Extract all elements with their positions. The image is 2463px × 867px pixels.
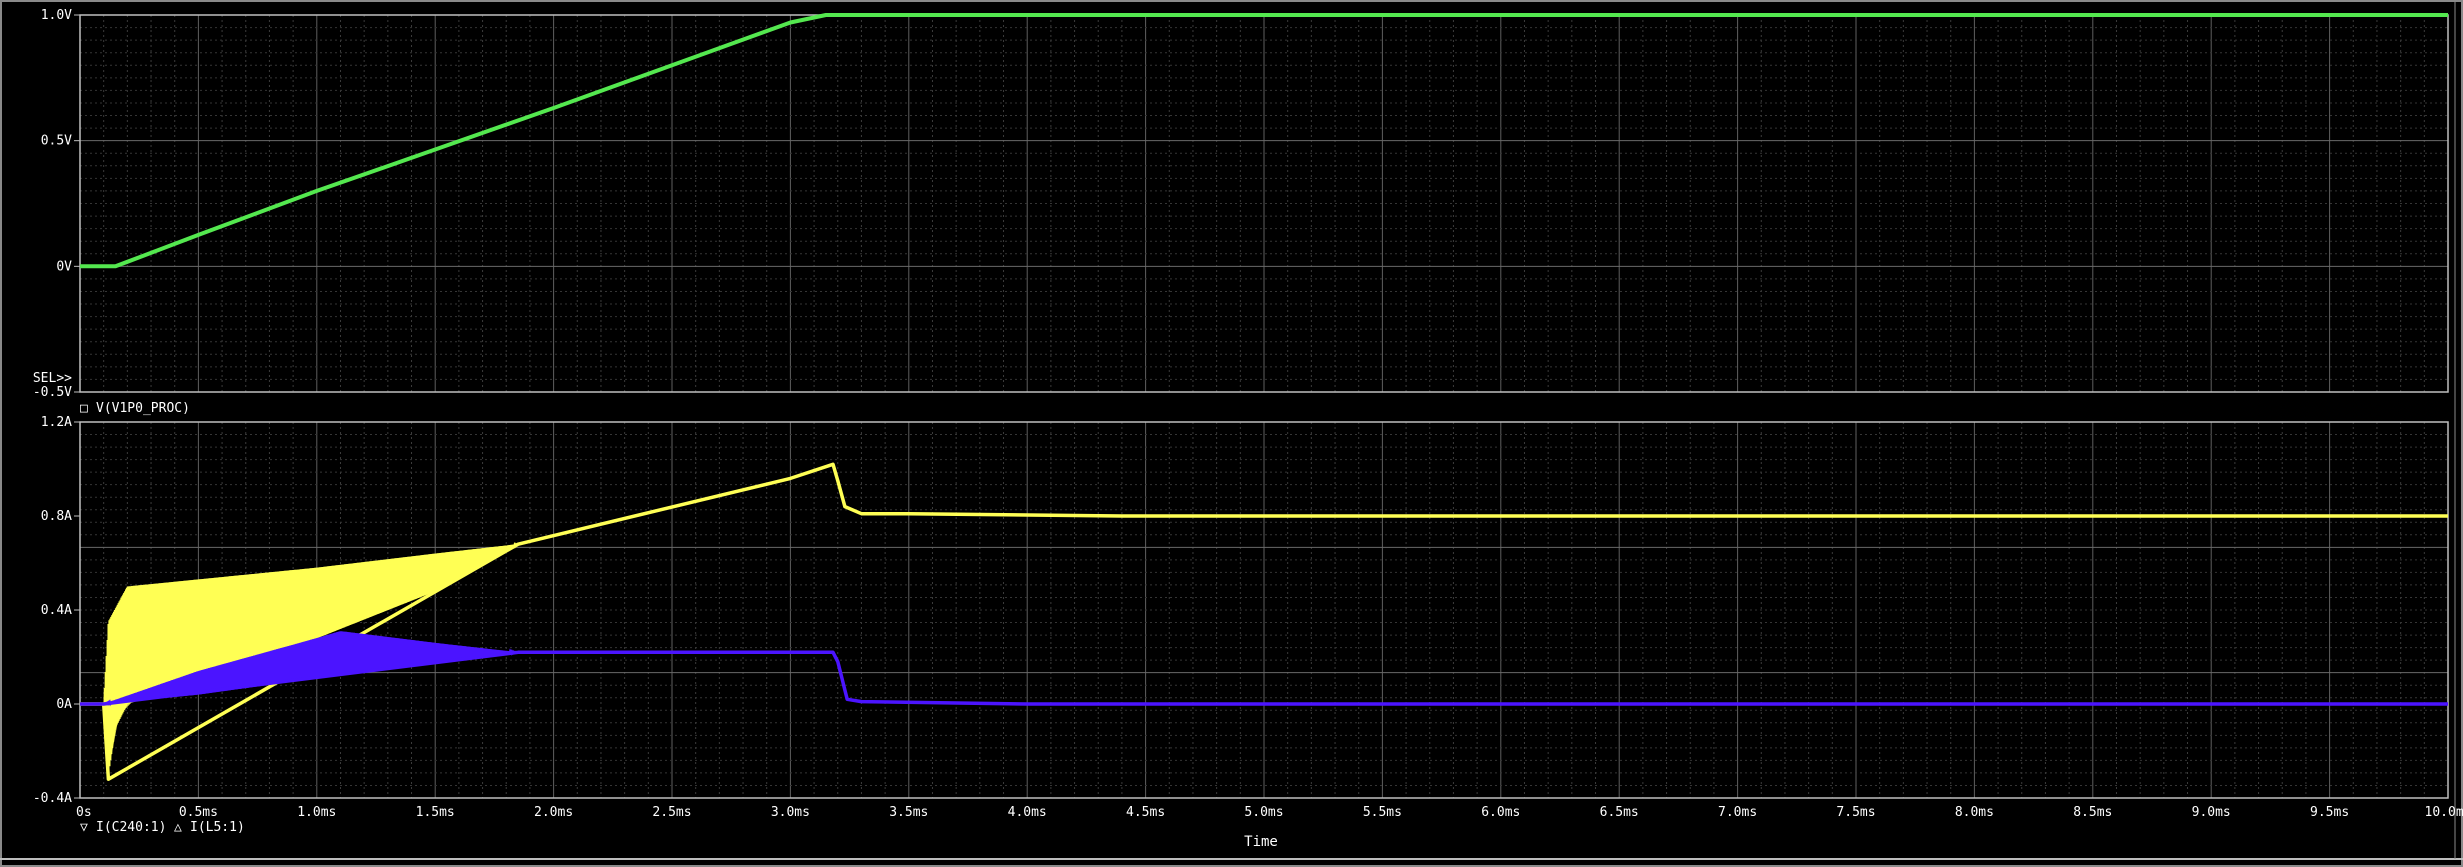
x-tick-label: 10.0ms xyxy=(2425,805,2463,820)
x-tick-label: 6.0ms xyxy=(1481,805,1520,820)
sel-marker: SEL>> xyxy=(33,371,72,386)
x-tick-label: 6.5ms xyxy=(1600,805,1639,820)
legend-marker-v1p0: □ xyxy=(80,401,88,416)
bottom-pane-grid xyxy=(79,421,2449,799)
top-pane-grid xyxy=(79,14,2449,393)
x-tick-label: 4.0ms xyxy=(1008,805,1047,820)
x-tick-label: 3.0ms xyxy=(771,805,810,820)
x-tick-label: 9.0ms xyxy=(2192,805,2231,820)
x-tick-label: 5.5ms xyxy=(1363,805,1402,820)
x-axis-title: Time xyxy=(1244,834,1278,850)
y-tick-label-bottom: 0A xyxy=(56,697,72,712)
y-tick-label-bottom: 1.2A xyxy=(41,415,72,430)
x-tick-label: 7.5ms xyxy=(1836,805,1875,820)
x-tick-label: 1.5ms xyxy=(416,805,455,820)
x-tick-label: 5.0ms xyxy=(1244,805,1283,820)
y-tick-label-bottom: 0.4A xyxy=(41,603,72,618)
x-tick-label: 8.5ms xyxy=(2073,805,2112,820)
legend-label-l5: I(L5:1) xyxy=(190,820,245,835)
legend-label-c240: I(C240:1) xyxy=(96,820,166,835)
x-tick-label: 1.0ms xyxy=(297,805,336,820)
y-tick-label-top: 0V xyxy=(56,259,72,274)
x-tick-label: 2.0ms xyxy=(534,805,573,820)
x-tick-label: 3.5ms xyxy=(889,805,928,820)
x-tick-label: 2.5ms xyxy=(652,805,691,820)
y-tick-label-bottom: -0.4A xyxy=(33,791,72,806)
x-tick-label: 8.0ms xyxy=(1955,805,1994,820)
x-tick-label: 9.5ms xyxy=(2310,805,2349,820)
legend-label-v1p0: V(V1P0_PROC) xyxy=(96,401,190,416)
y-tick-label-top: 1.0V xyxy=(41,8,72,23)
legend-marker-l5: △ xyxy=(174,820,182,835)
y-tick-label-bottom: 0.8A xyxy=(41,509,72,524)
y-tick-label-top: -0.5V xyxy=(33,385,72,400)
legend-marker-c240: ▽ xyxy=(80,820,88,835)
x-tick-label: 4.5ms xyxy=(1126,805,1165,820)
x-tick-label: 0.5ms xyxy=(179,805,218,820)
x-tick-label: 0s xyxy=(76,805,92,820)
y-tick-label-top: 0.5V xyxy=(41,134,72,149)
scope-plot-window: 1.0V 0.5V 0V -0.5V 1.2A 0.8A 0.4A 0A -0.4A SEL>> 0… xyxy=(0,0,2463,867)
x-tick-label: 7.0ms xyxy=(1718,805,1757,820)
